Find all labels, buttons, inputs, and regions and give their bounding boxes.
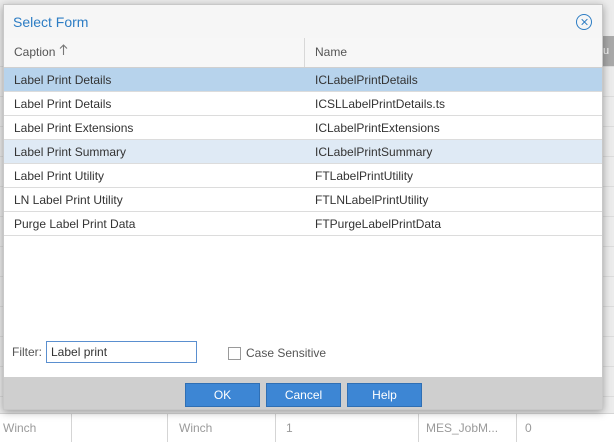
row-caption: Label Print Utility	[14, 169, 105, 183]
row-name: FTLabelPrintUtility	[315, 169, 414, 183]
table-row[interactable]: LN Label Print Utility FTLNLabelPrintUti…	[4, 188, 602, 212]
row-name: FTLNLabelPrintUtility	[315, 193, 429, 207]
filter-label: Filter:	[12, 345, 42, 359]
bg-cell: Winch	[176, 414, 276, 442]
row-caption: Label Print Details	[14, 73, 112, 87]
bg-cell: MES_JobM...	[423, 414, 517, 442]
row-name: FTPurgeLabelPrintData	[315, 217, 442, 231]
bg-cell	[72, 414, 168, 442]
dialog-footer: OK Cancel Help	[4, 377, 602, 409]
close-icon[interactable]	[576, 14, 592, 30]
table-row[interactable]: Purge Label Print Data FTPurgeLabelPrint…	[4, 212, 602, 236]
column-header-caption-label: Caption	[14, 45, 56, 59]
row-caption: Label Print Details	[14, 97, 112, 111]
row-caption: LN Label Print Utility	[14, 193, 123, 207]
select-form-dialog: Select Form Caption Name Label Print Det…	[3, 4, 603, 410]
case-sensitive-checkbox[interactable]	[228, 347, 241, 360]
row-name: ICSLLabelPrintDetails.ts	[315, 97, 446, 111]
column-divider[interactable]	[304, 38, 305, 67]
column-header-caption[interactable]: Caption	[14, 38, 68, 67]
table-row[interactable]: Label Print Utility FTLabelPrintUtility	[4, 164, 602, 188]
row-name: ICLabelPrintSummary	[315, 145, 433, 159]
column-header-name[interactable]: Name	[315, 38, 347, 67]
dialog-title: Select Form	[13, 14, 89, 30]
table-row[interactable]: Label Print Details ICSLLabelPrintDetail…	[4, 92, 602, 116]
bg-table-row[interactable]: Winch Winch 1 MES_JobM... 0	[0, 413, 614, 442]
bg-cell: Winch	[0, 414, 72, 442]
cancel-button[interactable]: Cancel	[266, 383, 341, 407]
row-caption: Purge Label Print Data	[14, 217, 136, 231]
table-row[interactable]: Label Print Details ICLabelPrintDetails	[4, 68, 602, 92]
sort-ascending-icon	[59, 38, 68, 67]
form-list: Label Print Details ICLabelPrintDetails …	[4, 68, 602, 236]
row-caption: Label Print Summary	[14, 145, 127, 159]
bg-cell: 0	[525, 421, 532, 435]
row-name: ICLabelPrintExtensions	[315, 121, 440, 135]
table-row[interactable]: Label Print Extensions ICLabelPrintExten…	[4, 116, 602, 140]
row-caption: Label Print Extensions	[14, 121, 134, 135]
row-name: ICLabelPrintDetails	[315, 73, 418, 87]
dialog-titlebar: Select Form	[4, 5, 602, 38]
table-row[interactable]: Label Print Summary ICLabelPrintSummary	[4, 140, 602, 164]
ok-button[interactable]: OK	[185, 383, 260, 407]
bg-cell: 1	[283, 414, 419, 442]
filter-input[interactable]	[46, 341, 197, 363]
help-button[interactable]: Help	[347, 383, 422, 407]
case-sensitive-label[interactable]: Case Sensitive	[246, 346, 326, 360]
grid-header: Caption Name	[4, 38, 602, 68]
